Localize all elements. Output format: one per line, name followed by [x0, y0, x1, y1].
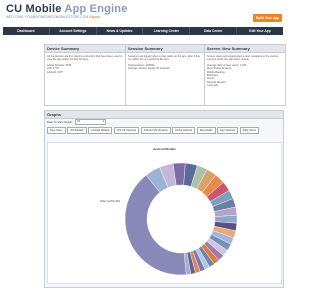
device-summary-body: All the devices are first viewing a dire… — [45, 53, 125, 76]
nav-edit-your-app[interactable]: Edit Your App — [237, 27, 283, 35]
build-your-app-button[interactable]: Build Your App — [253, 14, 282, 22]
logo-rest-text: App Engine — [61, 3, 128, 15]
android-os-versions-button[interactable]: Android OS Versions — [140, 127, 171, 134]
daily-users-button[interactable]: Daily Users — [239, 127, 260, 134]
device-summary-panel: Device Summary All the devices are first… — [44, 44, 126, 106]
session-summary-text: Sessions are logged when a user starts u… — [128, 55, 200, 62]
app-versions-button[interactable]: App Versions — [217, 127, 239, 134]
ios-models-button[interactable]: iOS Models — [67, 127, 87, 134]
welcome-email: WELCOME, YOU@SIGNEDINTOMOBILESTORE.COM — [6, 15, 89, 19]
welcome-text: WELCOME, YOU@SIGNEDINTOMOBILESTORE.COM S… — [6, 15, 100, 19]
donut-slice-0[interactable] — [124, 174, 187, 276]
screen-view-summary-panel: Screen View Summary Screen views are log… — [204, 44, 286, 106]
graph-buttons: New Users iOS Models Android Models iOS … — [47, 127, 281, 136]
downloads-button[interactable]: Downloads — [196, 127, 216, 134]
main-nav: Dashboard Account Settings News & Update… — [3, 27, 283, 35]
session-summary-panel: Session Summary Sessions are logged when… — [125, 44, 207, 106]
list-item: Android: 2377 — [47, 70, 64, 74]
signout-link[interactable]: Signout — [88, 15, 100, 19]
graphs-title: Graphs — [45, 111, 283, 119]
ios-os-versions-button[interactable]: iOS OS Versions — [113, 127, 140, 134]
device-summary-text: All the devices are first viewing a dire… — [47, 55, 123, 62]
nav-news-updates[interactable]: News & Updates — [97, 27, 144, 35]
donut-chart — [124, 162, 238, 276]
logo-main-text: CU Mobile — [6, 3, 62, 15]
active-devices-button[interactable]: Active Devices — [172, 127, 196, 134]
graphs-section: Graphs Date To View Graph: All ▾ New User… — [44, 110, 284, 288]
app-header: CU Mobile App Engine WELCOME, YOU@SIGNED… — [0, 0, 286, 26]
session-summary-body: Sessions are logged when a user starts u… — [126, 53, 206, 73]
chart-label-other: Other (2.0%) 344 — [100, 200, 120, 203]
chevron-down-icon: ▾ — [102, 120, 104, 123]
date-select-label: Date To View Graph: — [47, 120, 73, 124]
screen-view-summary-body: Screen views are logged when a user navi… — [205, 53, 285, 90]
nav-data-center[interactable]: Data Center — [190, 27, 238, 35]
chart-area: Android Models Other (2.0%) 344 — [47, 142, 282, 284]
android-models-button[interactable]: Android Models — [88, 127, 113, 134]
nav-learning-center[interactable]: Learning Center — [143, 27, 191, 35]
app-logo[interactable]: CU Mobile App Engine — [6, 3, 128, 15]
list-item: Loan App — [207, 84, 218, 88]
nav-dashboard[interactable]: Dashboard — [3, 27, 50, 35]
screen-view-summary-text: Screen views are logged when a user navi… — [207, 55, 279, 62]
new-users-button[interactable]: New Users — [47, 127, 66, 134]
date-select[interactable]: All ▾ — [75, 119, 106, 125]
session-average: Average session length: 82 seconds — [128, 67, 170, 71]
nav-account-settings[interactable]: Account Settings — [50, 27, 97, 35]
date-select-value: All — [77, 120, 80, 123]
device-summary-title: Device Summary — [45, 45, 125, 53]
session-summary-title: Session Summary — [126, 45, 206, 53]
screen-view-summary-title: Screen View Summary — [205, 45, 285, 53]
